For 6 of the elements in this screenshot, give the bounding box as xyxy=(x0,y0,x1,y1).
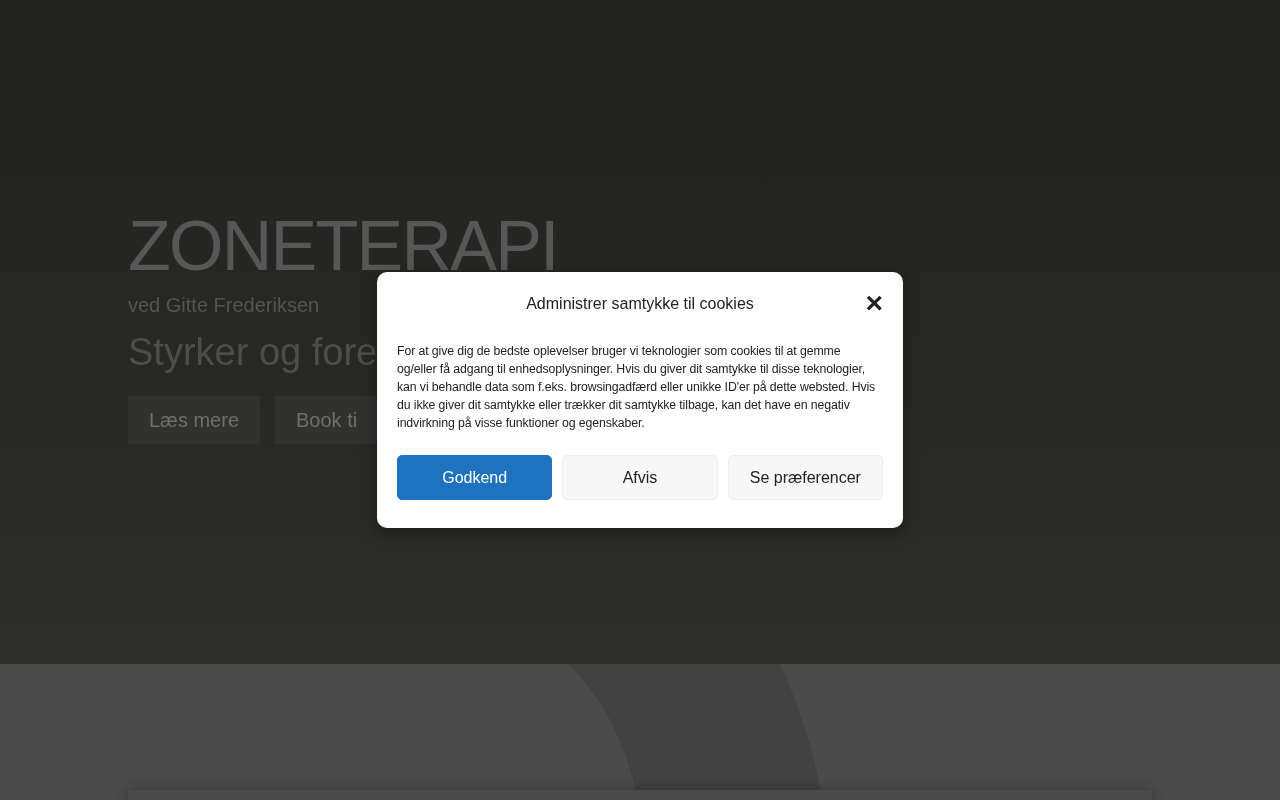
dialog-title: Administrer samtykke til cookies xyxy=(526,294,754,314)
dialog-button[interactable]: Se præferencer xyxy=(727,455,883,500)
accept-button[interactable]: Godkend xyxy=(397,455,553,500)
consent-text: For at give dig de bedste oplevelser bruger vi teknologier som cookies til at gemme og/eller få adgang til enhedsoplysninger. Hvis du giver dit samtykke til disse teknologier, kan vi behandle data som f.eks. browsingadfærd eller unikke ID'er på dette websted. Hvis du ikke giver dit samtykke eller trækker dit samtykke tilbage, kan det have en negativ indvirkning på visse funktioner og egenskaber. xyxy=(397,343,877,432)
close-button[interactable]: × xyxy=(865,288,883,318)
dialog-button[interactable]: Afvis xyxy=(562,455,718,500)
